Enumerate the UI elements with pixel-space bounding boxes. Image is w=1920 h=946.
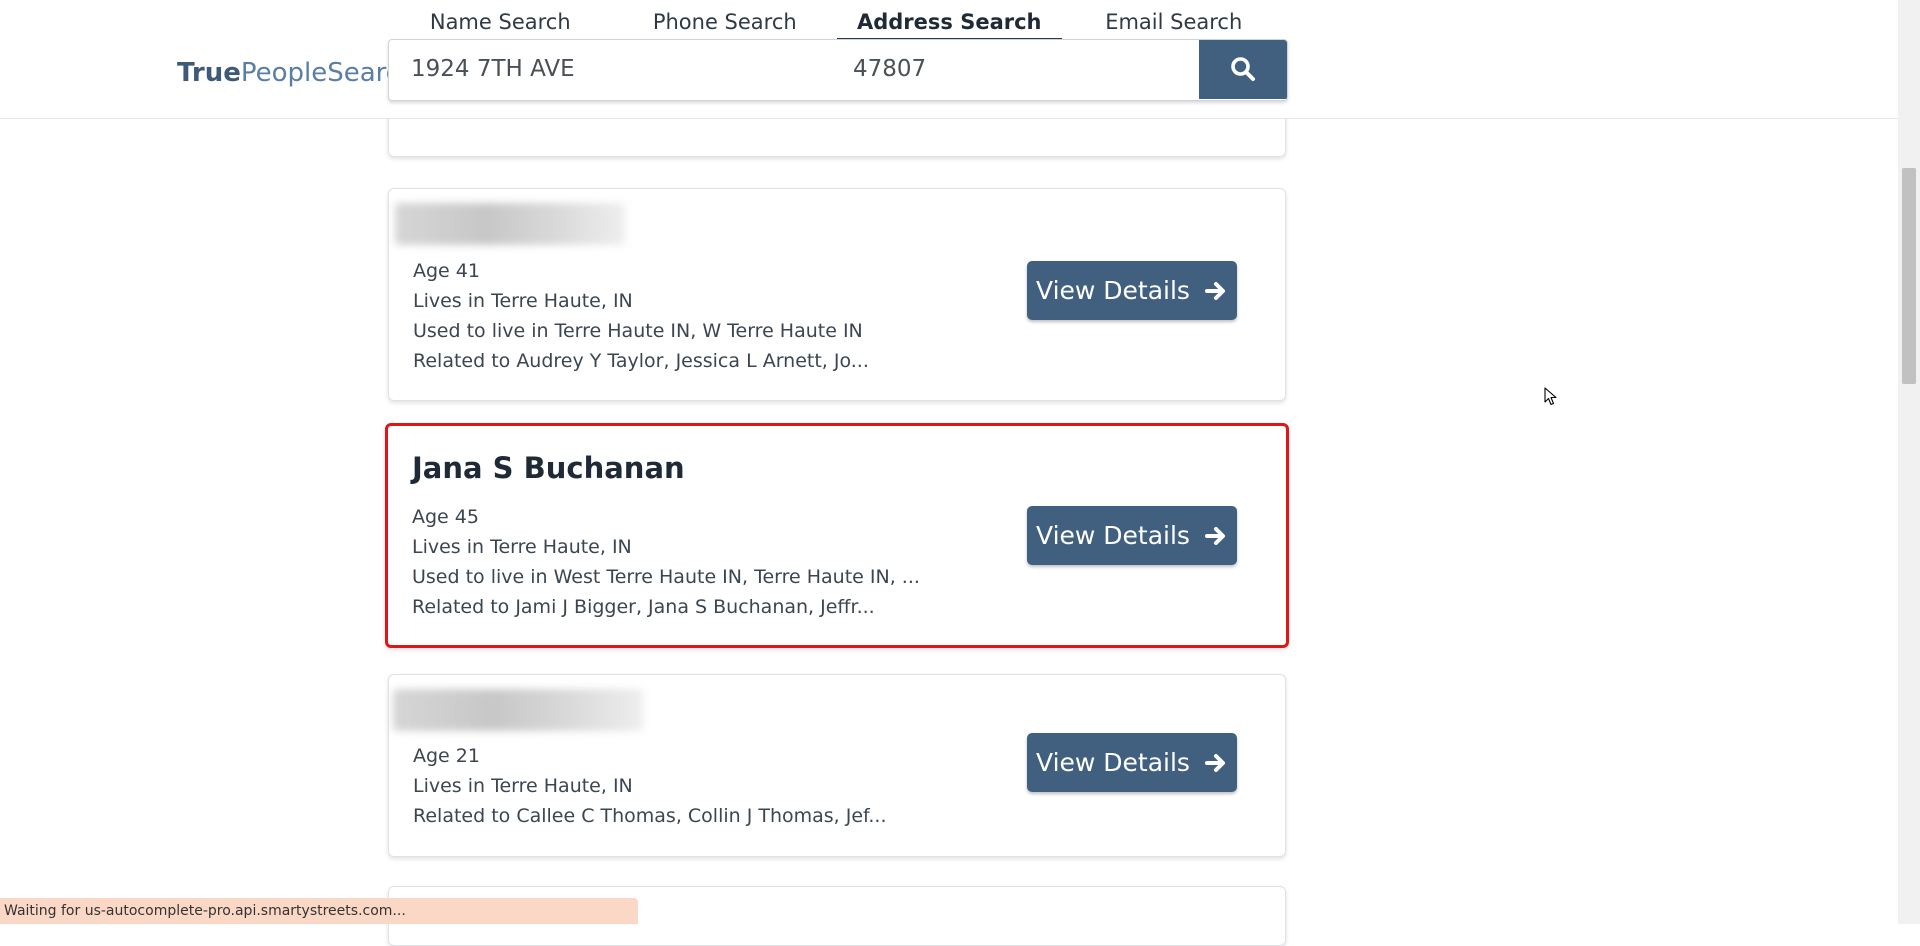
view-details-button[interactable]: View Details [1027,261,1237,320]
zip-input[interactable] [823,40,1187,98]
tab-email-search[interactable]: Email Search [1062,4,1287,40]
site-logo[interactable]: TruePeopleSearch [177,58,417,88]
person-name-blurred [395,203,625,245]
address-search-form [388,39,1288,101]
tab-name-search[interactable]: Name Search [388,4,613,40]
person-related-to: Related to Jami J Bigger, Jana S Buchana… [412,596,875,618]
view-details-label: View Details [1036,276,1190,305]
person-age: Age 21 [413,745,480,767]
person-name[interactable]: Jana S Buchanan [412,451,685,485]
result-card-highlighted: Jana S Buchanan Age 45 Lives in Terre Ha… [385,423,1289,648]
person-lives-in: Lives in Terre Haute, IN [413,775,633,797]
result-card: Age 21 Lives in Terre Haute, IN Related … [388,674,1286,857]
person-details: Age 41 Lives in Terre Haute, IN Used to … [413,256,869,376]
person-details: Age 21 Lives in Terre Haute, IN Related … [413,741,886,831]
tab-address-search[interactable]: Address Search [837,4,1062,40]
search-button[interactable] [1199,40,1287,99]
browser-status-bar: Waiting for us-autocomplete-pro.api.smar… [0,898,638,924]
site-header: TruePeopleSearch Name Search Phone Searc… [0,0,1898,119]
search-icon [1231,57,1255,81]
arrow-right-icon [1204,526,1225,545]
mouse-cursor-icon [1544,387,1557,406]
person-age: Age 45 [412,506,479,528]
search-type-tabs: Name Search Phone Search Address Search … [388,4,1286,40]
person-lives-in: Lives in Terre Haute, IN [413,290,633,312]
arrow-right-icon [1204,753,1225,772]
view-details-label: View Details [1036,748,1190,777]
person-details: Age 45 Lives in Terre Haute, IN Used to … [412,502,920,622]
view-details-button[interactable]: View Details [1027,733,1237,792]
view-details-button[interactable]: View Details [1027,506,1237,565]
result-card: Age 41 Lives in Terre Haute, IN Used to … [388,188,1286,401]
vertical-scrollbar[interactable] [1898,0,1920,924]
person-name-blurred [393,689,643,731]
arrow-right-icon [1204,281,1225,300]
person-related-to: Related to Audrey Y Taylor, Jessica L Ar… [413,350,869,372]
person-lives-in: Lives in Terre Haute, IN [412,536,632,558]
view-details-label: View Details [1036,521,1190,550]
person-related-to: Related to Callee C Thomas, Collin J Tho… [413,805,887,827]
person-used-to-live: Used to live in West Terre Haute IN, Ter… [412,566,920,588]
person-used-to-live: Used to live in Terre Haute IN, W Terre … [413,320,863,342]
scrollbar-thumb[interactable] [1902,168,1916,384]
logo-bold-text: True [177,58,241,88]
person-age: Age 41 [413,260,480,282]
address-input[interactable] [389,40,823,98]
tab-phone-search[interactable]: Phone Search [613,4,838,40]
